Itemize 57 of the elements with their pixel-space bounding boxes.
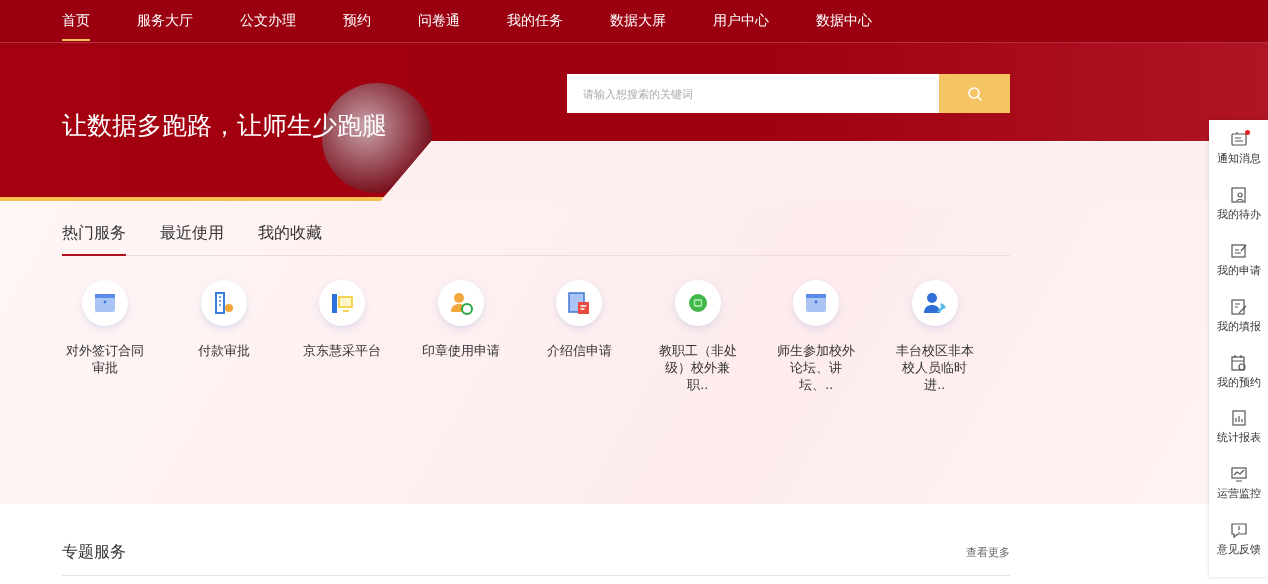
view-more-link[interactable]: 查看更多 <box>966 545 1010 560</box>
service-label: 丰台校区非本校人员临时进.. <box>894 342 975 393</box>
building-icon <box>214 292 233 314</box>
service-icon-button[interactable] <box>674 280 721 326</box>
side-menu-item[interactable]: 统计报表 <box>1209 409 1268 466</box>
side-menu-item[interactable]: 通知消息 <box>1209 130 1268 186</box>
service-label: 对外签订合同审批 <box>65 342 146 376</box>
side-menu-item[interactable]: 意见反馈 <box>1209 521 1268 577</box>
side-menu-item[interactable]: 我的填报 <box>1209 297 1268 354</box>
service-tab[interactable]: 最近使用 <box>160 223 224 256</box>
nav-link[interactable]: 数据中心 <box>816 0 872 41</box>
person-add-icon <box>450 293 473 315</box>
person-document-icon <box>1230 187 1246 203</box>
nav-link[interactable]: 预约 <box>343 0 371 41</box>
service-icon-button[interactable] <box>911 280 958 326</box>
side-menu-item[interactable]: 我的预约 <box>1209 353 1268 410</box>
service-label: 付款审批 <box>196 342 251 359</box>
monitor-icon <box>1230 467 1247 482</box>
calendar-clock-icon <box>1230 353 1246 371</box>
side-menu-item[interactable]: 我的待办 <box>1209 185 1268 242</box>
chart-document-icon <box>1231 410 1246 426</box>
edit-document-icon <box>1230 244 1247 258</box>
service-label: 京东慧采平台 <box>302 342 383 359</box>
service-label: 印章使用申请 <box>420 342 501 359</box>
side-menu-item[interactable]: 我的申请 <box>1209 241 1268 298</box>
service-label: 师生参加校外论坛、讲坛、.. <box>776 342 857 393</box>
person-wrench-icon <box>923 293 946 314</box>
section-title: 专题服务 <box>62 542 126 563</box>
folder-icon <box>95 294 116 312</box>
nav-link[interactable]: 我的任务 <box>507 0 563 41</box>
nav-link[interactable]: 服务大厅 <box>137 0 193 41</box>
service-icon-button[interactable] <box>793 280 840 326</box>
service-icon-button[interactable] <box>556 280 603 326</box>
message-icon <box>1230 131 1247 146</box>
folder-icon <box>806 294 827 312</box>
disc-icon <box>688 294 707 312</box>
service-tab[interactable]: 我的收藏 <box>258 223 322 256</box>
service-icon-button[interactable] <box>200 280 247 326</box>
banner-slogan: 让数据多跑路，让师生少跑腿 <box>62 110 387 142</box>
service-label: 教职工（非处级）校外兼职.. <box>657 342 738 393</box>
nav-link[interactable]: 数据大屏 <box>610 0 666 41</box>
service-tab[interactable]: 热门服务 <box>62 223 126 256</box>
search-field[interactable]: 请输入想搜索的关键词 <box>567 74 939 113</box>
service-icon-button[interactable] <box>319 280 366 326</box>
service-icon-button[interactable] <box>82 280 129 326</box>
search-icon <box>966 85 983 102</box>
service-label: 介绍信申请 <box>545 342 613 359</box>
monitor-icon <box>332 294 353 313</box>
document-icon <box>568 292 590 314</box>
nav-link[interactable]: 公文办理 <box>240 0 296 41</box>
feedback-icon <box>1230 523 1247 539</box>
side-menu-item[interactable]: 运营监控 <box>1209 465 1268 522</box>
nav-link[interactable]: 用户中心 <box>713 0 769 41</box>
nav-link[interactable]: 问卷通 <box>418 0 460 41</box>
pencil-document-icon <box>1230 299 1247 315</box>
service-icon-button[interactable] <box>437 280 484 326</box>
nav-link[interactable]: 首页 <box>62 0 90 41</box>
